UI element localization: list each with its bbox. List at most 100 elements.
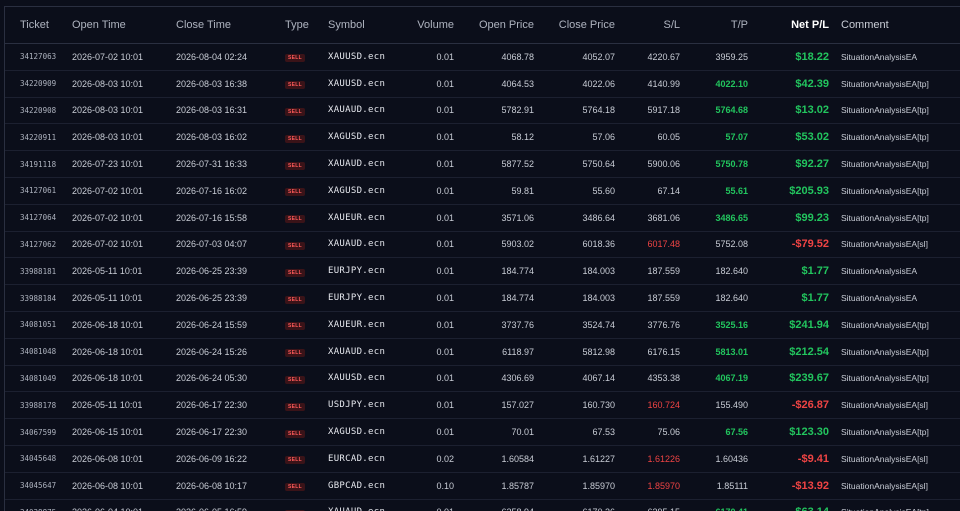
sl-cell: 5917.18 (623, 97, 688, 125)
comment-cell: SituationAnalysisEA[tp] (829, 365, 960, 393)
table-row[interactable]: 34081051 2026-06-18 10:01 2026-06-24 15:59… (5, 311, 960, 339)
open-time-cell: 2026-06-15 10:01 (72, 418, 176, 446)
type-cell: SELL (285, 97, 328, 125)
sl-cell: 3681.06 (623, 204, 688, 232)
tp-cell: 5813.01 (688, 338, 756, 366)
sl-cell: 6395.15 (623, 499, 688, 511)
sell-badge: SELL (285, 483, 305, 492)
ticket-cell: 34127064 (5, 204, 72, 232)
tp-cell: 5764.68 (688, 97, 756, 125)
net-pl-cell: $18.22 (756, 43, 829, 71)
col-header-volume[interactable]: Volume (392, 7, 462, 44)
tp-cell: 3486.65 (688, 204, 756, 232)
table-row[interactable]: 34127064 2026-07-02 10:01 2026-07-16 15:58… (5, 204, 960, 232)
col-header-ticket[interactable]: Ticket (5, 7, 72, 44)
close-price-cell: 4052.07 (542, 43, 623, 71)
table-row[interactable]: 34127063 2026-07-02 10:01 2026-08-04 02:24… (5, 43, 960, 71)
col-header-close-price[interactable]: Close Price (542, 7, 623, 44)
volume-cell: 0.01 (392, 177, 462, 205)
col-header-comment[interactable]: Comment (829, 7, 960, 44)
symbol-cell: EURJPY.ecn (328, 257, 392, 286)
table-row[interactable]: 340388752026-06-04 10:012026-06-05 16:59… (5, 499, 960, 511)
sell-badge: SELL (285, 429, 305, 438)
open-price-cell: 157.027 (462, 391, 542, 420)
table-row[interactable]: 34045648 2026-06-08 10:01 2026-06-09 16:22… (5, 445, 960, 473)
table-row[interactable]: 34220908 2026-08-03 10:01 2026-08-03 16:31… (5, 97, 960, 125)
col-header-open-price[interactable]: Open Price (462, 7, 542, 44)
sl-cell: 187.559 (623, 257, 688, 286)
type-cell: SELL (285, 472, 328, 500)
ticket-cell: 34220911 (5, 123, 72, 152)
symbol-cell: XAUAUD.ecn (328, 499, 392, 511)
open-time-cell: 2026-06-18 10:01 (72, 365, 176, 393)
open-time-cell: 2026-07-02 10:01 (72, 177, 176, 205)
table-row[interactable]: 34045647 2026-06-08 10:01 2026-06-08 10:17… (5, 472, 960, 500)
type-cell: SELL (285, 418, 328, 446)
close-time-cell: 2026-08-03 16:38 (176, 70, 285, 98)
open-time-cell: 2026-06-18 10:01 (72, 311, 176, 339)
volume-cell: 0.01 (392, 123, 462, 152)
comment-cell: SituationAnalysisEA[tp] (829, 97, 960, 125)
volume-cell: 0.01 (392, 391, 462, 420)
table-row[interactable]: 34127062 2026-07-02 10:01 2026-07-03 04:07… (5, 231, 960, 259)
ticket-cell: 34045647 (5, 472, 72, 500)
table-row[interactable]: 34081048 2026-06-18 10:01 2026-06-24 15:26… (5, 338, 960, 366)
col-header-net-pl[interactable]: Net P/L (756, 7, 829, 44)
close-price-cell: 6170.26 (542, 499, 623, 511)
sl-cell: 67.14 (623, 177, 688, 205)
type-cell: SELL (285, 177, 328, 205)
sell-badge: SELL (285, 268, 305, 277)
close-price-cell: 3524.74 (542, 311, 623, 339)
table-row[interactable]: 34067599 2026-06-15 10:01 2026-06-17 22:30… (5, 418, 960, 446)
ticket-cell: 34220909 (5, 70, 72, 98)
net-pl-cell: $212.54 (756, 338, 829, 366)
ticket-cell: 34045648 (5, 445, 72, 473)
comment-cell: SituationAnalysisEA[sl] (829, 472, 960, 500)
net-pl-cell: -$13.92 (756, 472, 829, 500)
table-row[interactable]: 33988178 2026-05-11 10:01 2026-06-17 22:30… (5, 391, 960, 420)
symbol-cell: XAGUSD.ecn (328, 418, 392, 446)
open-price-cell: 4306.69 (462, 365, 542, 393)
sell-badge: SELL (285, 375, 305, 384)
symbol-cell: GBPCAD.ecn (328, 472, 392, 500)
table-row[interactable]: 34081049 2026-06-18 10:01 2026-06-24 05:30… (5, 365, 960, 393)
col-header-sl[interactable]: S/L (623, 7, 688, 44)
close-time-cell: 2026-06-17 22:30 (176, 418, 285, 446)
close-price-cell: 57.06 (542, 123, 623, 152)
ticket-cell: 34038875 (5, 499, 72, 511)
type-cell: SELL (285, 311, 328, 339)
table-row[interactable]: 34220911 2026-08-03 10:01 2026-08-03 16:02… (5, 123, 960, 152)
close-price-cell: 4067.14 (542, 365, 623, 393)
ticket-cell: 34191118 (5, 150, 72, 178)
sl-cell: 1.85970 (623, 472, 688, 500)
table-row[interactable]: 34220909 2026-08-03 10:01 2026-08-03 16:38… (5, 70, 960, 98)
type-cell: SELL (285, 150, 328, 178)
col-header-close-time[interactable]: Close Time (176, 7, 285, 44)
close-time-cell: 2026-07-16 16:02 (176, 177, 285, 205)
close-price-cell: 184.003 (542, 257, 623, 286)
sell-badge: SELL (285, 241, 305, 250)
table-row[interactable]: 34191118 2026-07-23 10:01 2026-07-31 16:33… (5, 150, 960, 178)
symbol-cell: XAUAUD.ecn (328, 231, 392, 259)
col-header-type[interactable]: Type (285, 7, 328, 44)
table-row[interactable]: 33988181 2026-05-11 10:01 2026-06-25 23:39… (5, 257, 960, 286)
ticket-cell: 33988178 (5, 391, 72, 420)
close-price-cell: 160.730 (542, 391, 623, 420)
table-row[interactable]: 33988184 2026-05-11 10:01 2026-06-25 23:39… (5, 284, 960, 312)
ticket-cell: 34081048 (5, 338, 72, 366)
close-time-cell: 2026-06-08 10:17 (176, 472, 285, 500)
net-pl-cell: $1.77 (756, 284, 829, 312)
tp-cell: 4067.19 (688, 365, 756, 393)
comment-cell: SituationAnalysisEA (829, 284, 960, 312)
comment-cell: SituationAnalysisEA[sl] (829, 231, 960, 259)
close-price-cell: 5812.98 (542, 338, 623, 366)
table-row[interactable]: 34127061 2026-07-02 10:01 2026-07-16 16:02… (5, 177, 960, 205)
col-header-tp[interactable]: T/P (688, 7, 756, 44)
net-pl-cell: $13.02 (756, 97, 829, 125)
open-time-cell: 2026-07-23 10:01 (72, 150, 176, 178)
col-header-symbol[interactable]: Symbol (328, 7, 392, 44)
symbol-cell: XAUUSD.ecn (328, 43, 392, 71)
type-cell: SELL (285, 204, 328, 232)
trade-history-table: Ticket Open Time Close Time Type Symbol … (5, 7, 960, 511)
col-header-open-time[interactable]: Open Time (72, 7, 176, 44)
